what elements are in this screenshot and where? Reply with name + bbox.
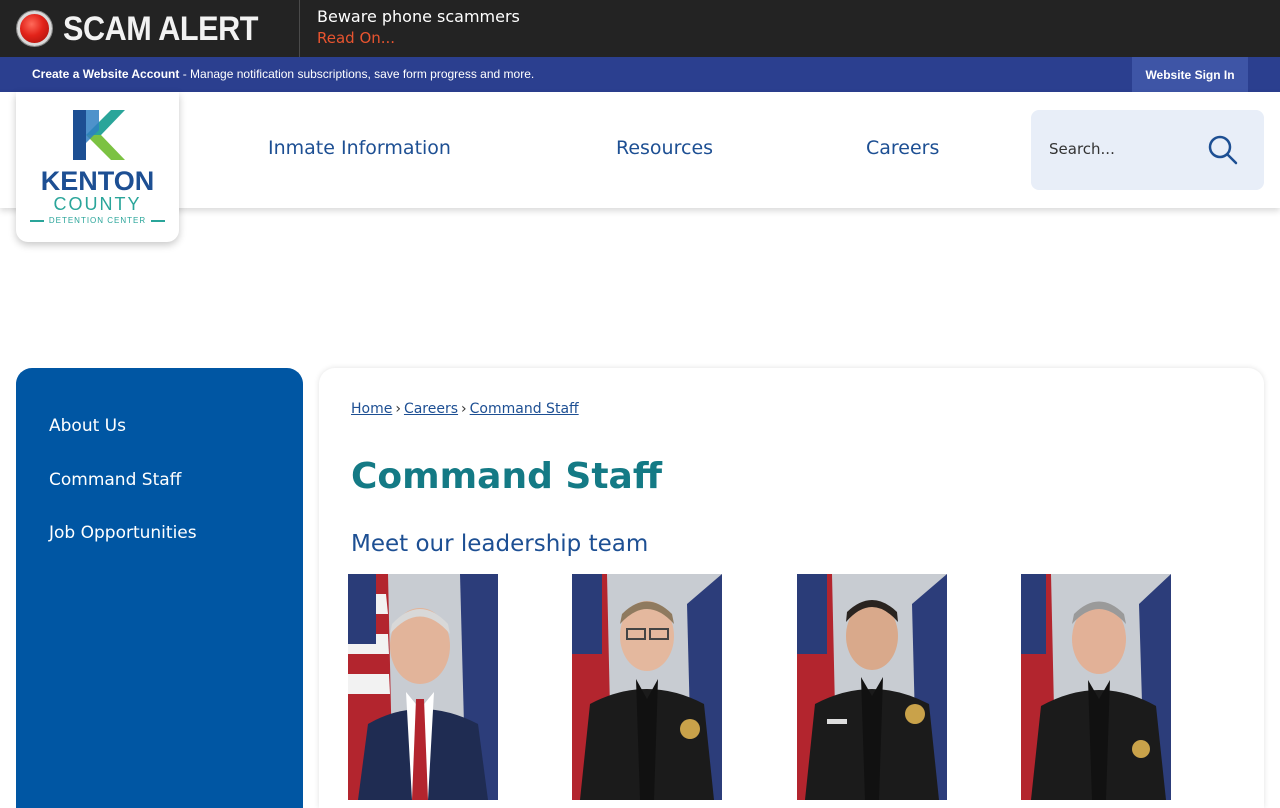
breadcrumb-separator: › — [395, 401, 401, 417]
page-title: Command Staff — [351, 456, 662, 497]
account-description: - Manage notification subscriptions, sav… — [179, 67, 535, 81]
alert-message: Beware phone scammers — [317, 7, 520, 26]
alert-light-icon — [17, 11, 52, 46]
sidebar-item-about-us[interactable]: About Us — [49, 416, 126, 436]
sidebar-nav: About Us Command Staff Job Opportunities — [16, 368, 303, 808]
breadcrumb-careers[interactable]: Careers — [404, 401, 458, 417]
staff-portrait-image — [572, 574, 722, 800]
staff-portrait-image — [1021, 574, 1171, 800]
sidebar-item-job-opportunities[interactable]: Job Opportunities — [49, 523, 197, 543]
staff-photo[interactable] — [1021, 574, 1171, 800]
kenton-k-logo-icon — [73, 110, 125, 160]
main-content: Home › Careers › Command Staff Command Staff… — [319, 368, 1264, 808]
staff-portrait-image — [797, 574, 947, 800]
nav-resources[interactable]: Resources — [616, 137, 713, 159]
breadcrumb-command-staff[interactable]: Command Staff — [470, 401, 579, 417]
account-message: Create a Website Account - Manage notifi… — [32, 67, 534, 81]
alert-left-panel: SCAM ALERT — [0, 0, 300, 57]
search-icon[interactable] — [1207, 134, 1239, 166]
logo-county-text: COUNTY — [53, 194, 142, 214]
alert-read-on-link[interactable]: Read On... — [317, 29, 395, 47]
breadcrumb-separator: › — [461, 401, 467, 417]
nav-inmate-information[interactable]: Inmate Information — [268, 137, 451, 159]
alert-title: SCAM ALERT — [63, 10, 258, 48]
account-bar: Create a Website Account - Manage notifi… — [0, 57, 1280, 92]
staff-photo[interactable] — [797, 574, 947, 800]
staff-photo[interactable] — [572, 574, 722, 800]
section-subtitle: Meet our leadership team — [351, 531, 649, 557]
sidebar-item-command-staff[interactable]: Command Staff — [49, 470, 181, 490]
scam-alert-bar: SCAM ALERT Beware phone scammers Read On… — [0, 0, 1280, 57]
create-account-link[interactable]: Create a Website Account — [32, 67, 179, 81]
breadcrumb-home[interactable]: Home — [351, 401, 392, 417]
breadcrumb: Home › Careers › Command Staff — [351, 401, 579, 417]
search-box — [1031, 110, 1264, 190]
site-logo[interactable]: KENTON COUNTY DETENTION CENTER — [16, 92, 179, 242]
nav-careers[interactable]: Careers — [866, 137, 939, 159]
search-input[interactable] — [1049, 136, 1199, 162]
staff-photo[interactable] — [348, 574, 498, 800]
logo-detention-center-text: DETENTION CENTER — [16, 216, 179, 225]
website-sign-in-button[interactable]: Website Sign In — [1132, 57, 1248, 92]
logo-kenton-text: KENTON — [40, 166, 155, 196]
staff-portrait-image — [348, 574, 498, 800]
